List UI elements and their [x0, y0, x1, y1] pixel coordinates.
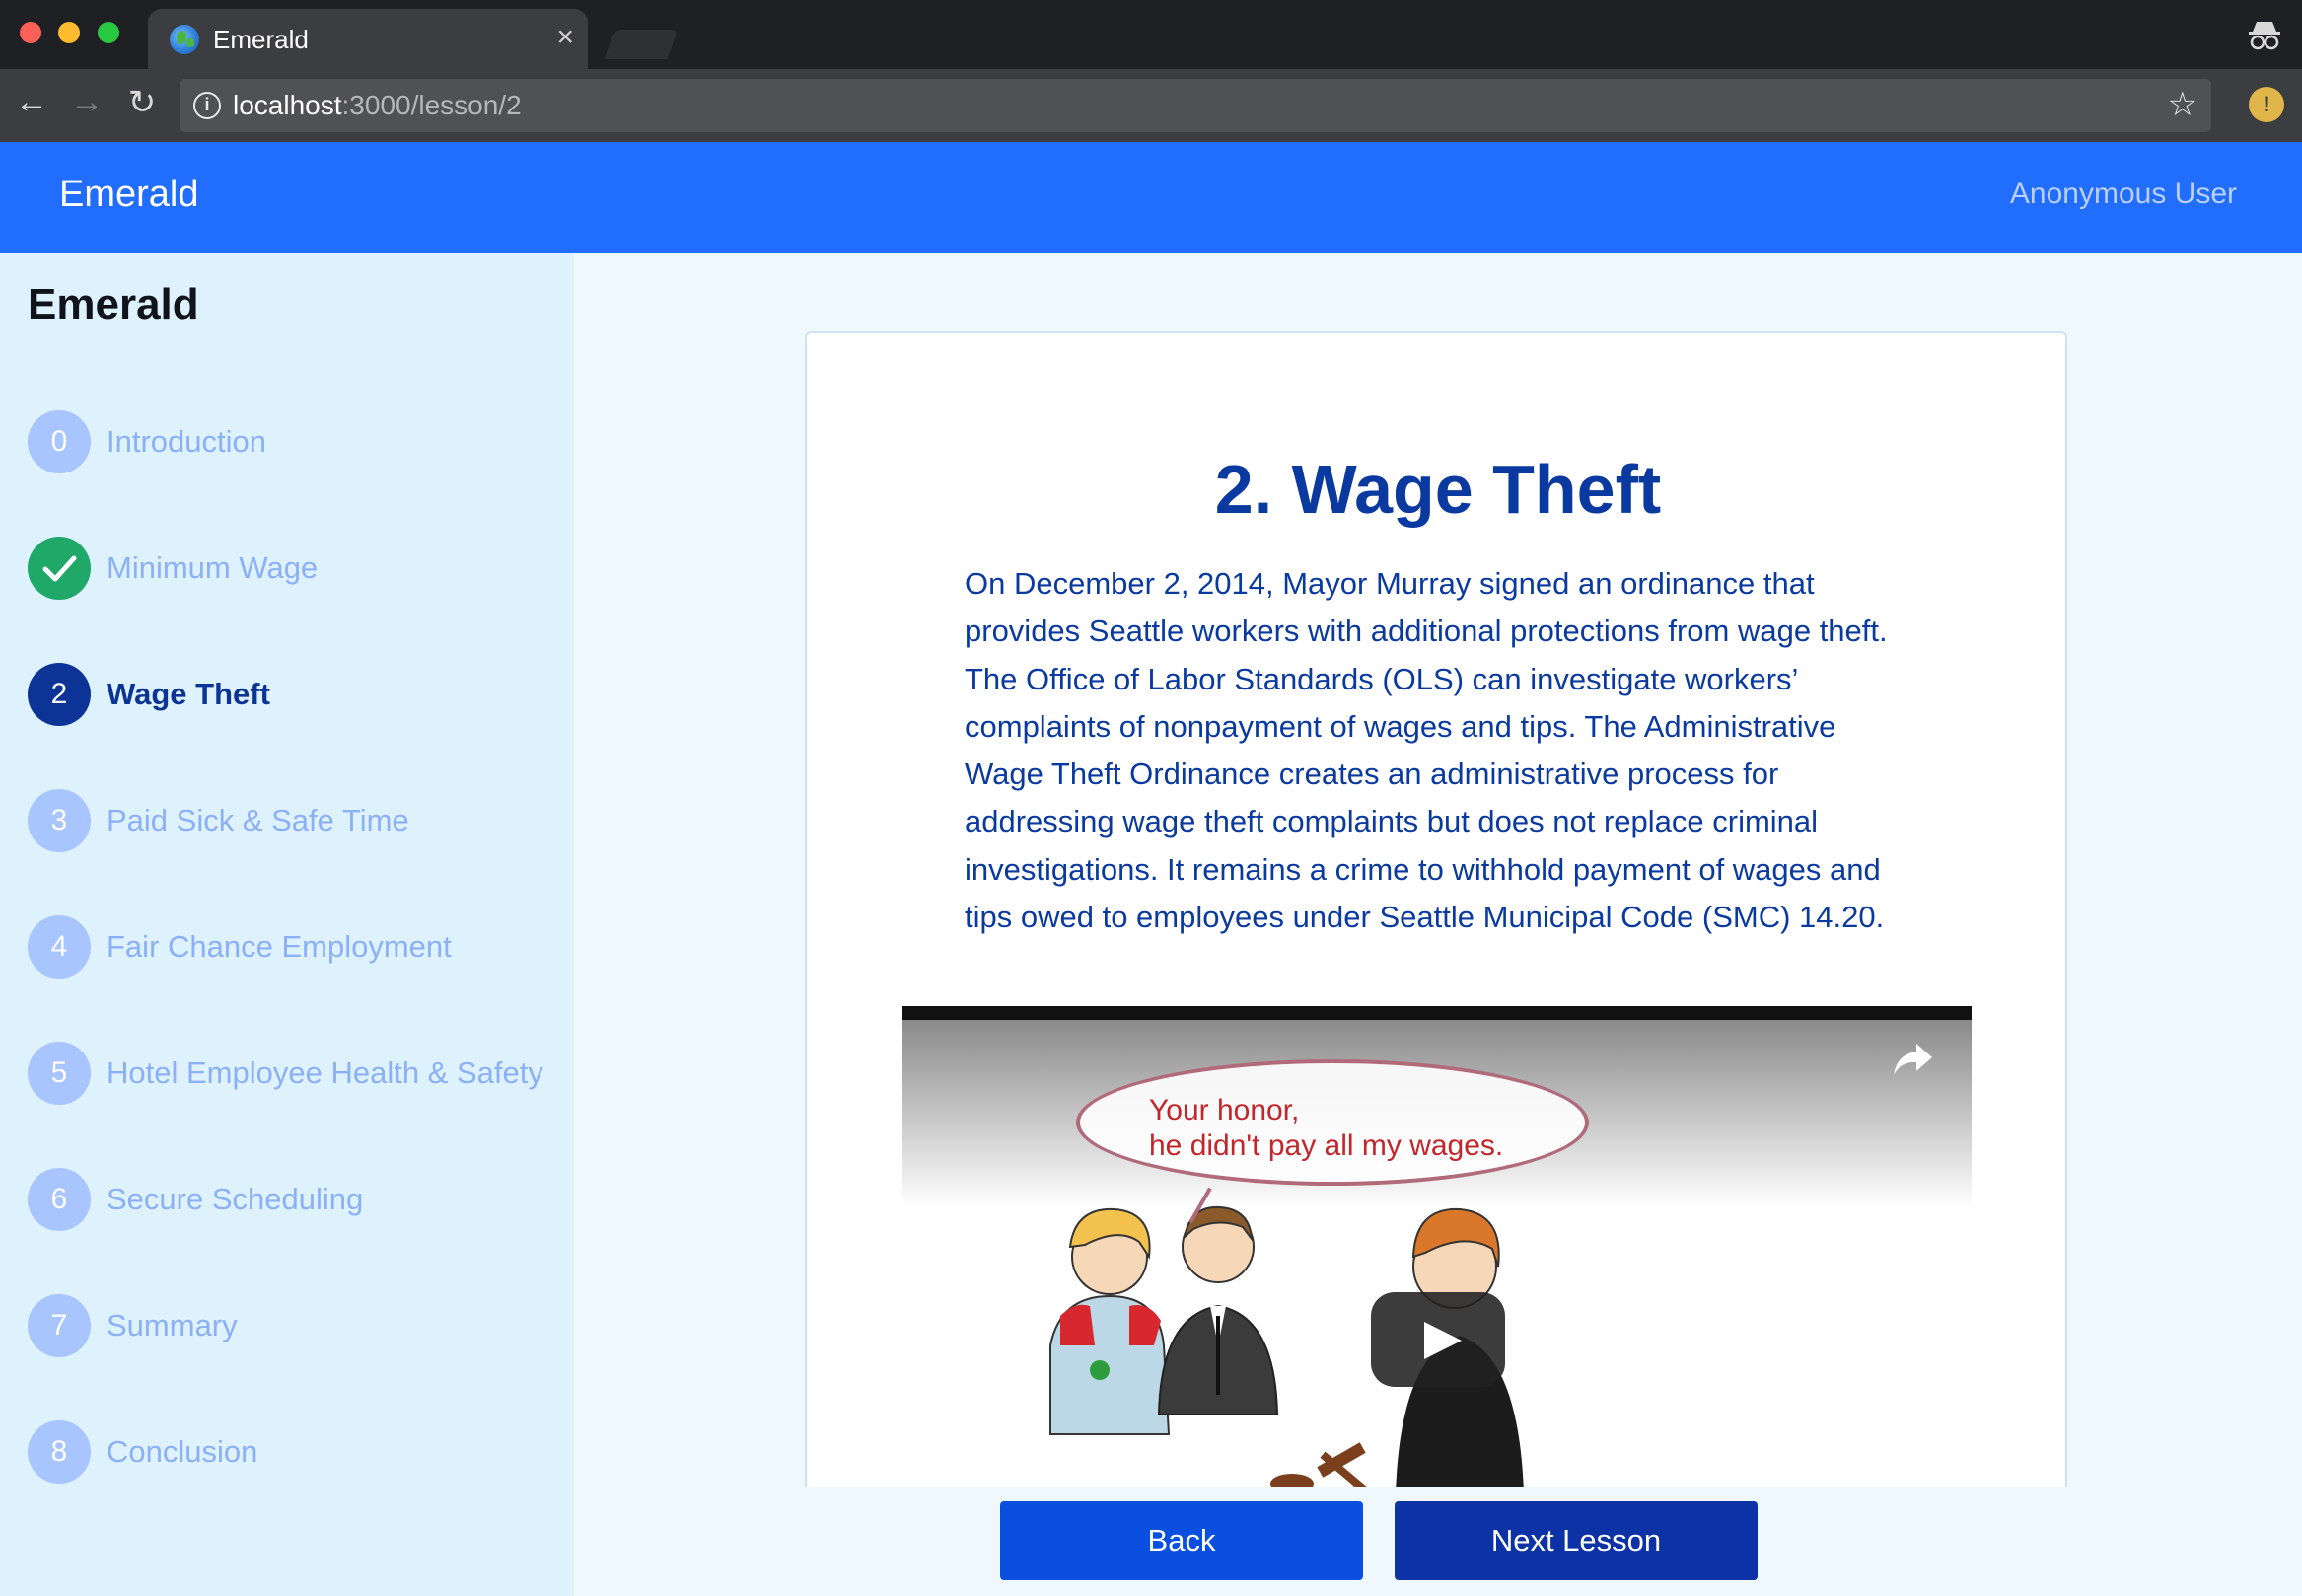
- check-icon: [28, 537, 91, 600]
- step-label: Introduction: [107, 424, 266, 459]
- speech-bubble-text: Your honor, he didn't pay all my wages.: [1149, 1093, 1503, 1164]
- step-number: 0: [28, 410, 91, 473]
- step-label: Wage Theft: [107, 677, 270, 711]
- forward-arrow-icon[interactable]: →: [67, 83, 107, 121]
- play-icon[interactable]: [1371, 1292, 1505, 1387]
- window-minimize-button[interactable]: [58, 22, 80, 43]
- step-number: 7: [28, 1294, 91, 1357]
- lesson-sidebar: Emerald 0 Introduction Minimum Wage 2 Wa…: [0, 253, 574, 1596]
- reload-icon[interactable]: ↻: [122, 83, 162, 122]
- user-menu[interactable]: Anonymous User: [2010, 178, 2237, 211]
- window-maximize-button[interactable]: [98, 22, 119, 43]
- url-host: localhost: [233, 90, 342, 120]
- step-number: 8: [28, 1420, 91, 1484]
- sidebar-item-wage-theft[interactable]: 2 Wage Theft: [28, 663, 560, 726]
- close-icon[interactable]: ×: [556, 21, 574, 54]
- step-number: 3: [28, 789, 91, 852]
- lesson-body-text: On December 2, 2014, Mayor Murray signed…: [965, 566, 1888, 935]
- lesson-main: 2. Wage Theft On December 2, 2014, Mayor…: [574, 253, 2302, 1596]
- sidebar-item-conclusion[interactable]: 8 Conclusion: [28, 1420, 560, 1484]
- sidebar-item-secure-scheduling[interactable]: 6 Secure Scheduling: [28, 1168, 560, 1231]
- next-lesson-button[interactable]: Next Lesson: [1395, 1501, 1758, 1580]
- lesson-card: 2. Wage Theft On December 2, 2014, Mayor…: [805, 331, 2067, 1505]
- step-label: Minimum Wage: [107, 550, 319, 585]
- back-button[interactable]: Back: [1000, 1501, 1363, 1580]
- browser-tab[interactable]: Emerald ×: [148, 9, 588, 69]
- sidebar-item-introduction[interactable]: 0 Introduction: [28, 410, 560, 473]
- new-tab-button[interactable]: [604, 30, 679, 59]
- step-label: Hotel Employee Health & Safety: [107, 1055, 543, 1090]
- step-number: 2: [28, 663, 91, 726]
- sidebar-item-fair-chance-employment[interactable]: 4 Fair Chance Employment: [28, 915, 560, 979]
- share-icon[interactable]: [1891, 1040, 1934, 1079]
- address-bar[interactable]: i localhost:3000/lesson/2 ☆: [180, 79, 2211, 132]
- sidebar-item-paid-sick-safe-time[interactable]: 3 Paid Sick & Safe Time: [28, 789, 560, 852]
- incognito-icon[interactable]: [2247, 18, 2282, 51]
- lesson-navigation: Back Next Lesson: [574, 1487, 2302, 1596]
- speech-line-2: he didn't pay all my wages.: [1149, 1129, 1504, 1162]
- step-label: Paid Sick & Safe Time: [107, 803, 409, 837]
- sidebar-item-hotel-employee-health-safety[interactable]: 5 Hotel Employee Health & Safety: [28, 1042, 560, 1105]
- url-path: :3000/lesson/2: [341, 90, 522, 120]
- step-number: 5: [28, 1042, 91, 1105]
- browser-tab-bar: Emerald ×: [0, 0, 2302, 69]
- step-number: 6: [28, 1168, 91, 1231]
- url-text[interactable]: localhost:3000/lesson/2: [233, 90, 522, 121]
- globe-favicon-icon: [170, 25, 199, 54]
- browser-toolbar: ← → ↻ i localhost:3000/lesson/2 ☆ !: [0, 69, 2302, 142]
- speech-line-1: Your honor,: [1149, 1094, 1300, 1126]
- step-label: Summary: [107, 1308, 238, 1342]
- info-icon[interactable]: i: [193, 92, 221, 119]
- extension-icon[interactable]: !: [2249, 87, 2284, 122]
- step-label: Fair Chance Employment: [107, 929, 452, 964]
- lesson-title: 2. Wage Theft: [1214, 451, 1662, 528]
- sidebar-title: Emerald: [28, 280, 199, 328]
- step-label: Conclusion: [107, 1434, 258, 1469]
- speech-bubble: Your honor, he didn't pay all my wages.: [1076, 1059, 1589, 1186]
- step-number: 4: [28, 915, 91, 979]
- app-header: Emerald Anonymous User: [0, 142, 2302, 253]
- sidebar-item-summary[interactable]: 7 Summary: [28, 1294, 560, 1357]
- video-player[interactable]: Your honor, he didn't pay all my wages.: [902, 1006, 1972, 1503]
- brand-logo[interactable]: Emerald: [59, 174, 199, 216]
- step-label: Secure Scheduling: [107, 1182, 364, 1216]
- star-icon[interactable]: ☆: [2168, 85, 2197, 124]
- tab-title: Emerald: [213, 25, 309, 54]
- back-arrow-icon[interactable]: ←: [12, 83, 51, 121]
- window-close-button[interactable]: [20, 22, 41, 43]
- sidebar-item-minimum-wage[interactable]: Minimum Wage: [28, 537, 560, 600]
